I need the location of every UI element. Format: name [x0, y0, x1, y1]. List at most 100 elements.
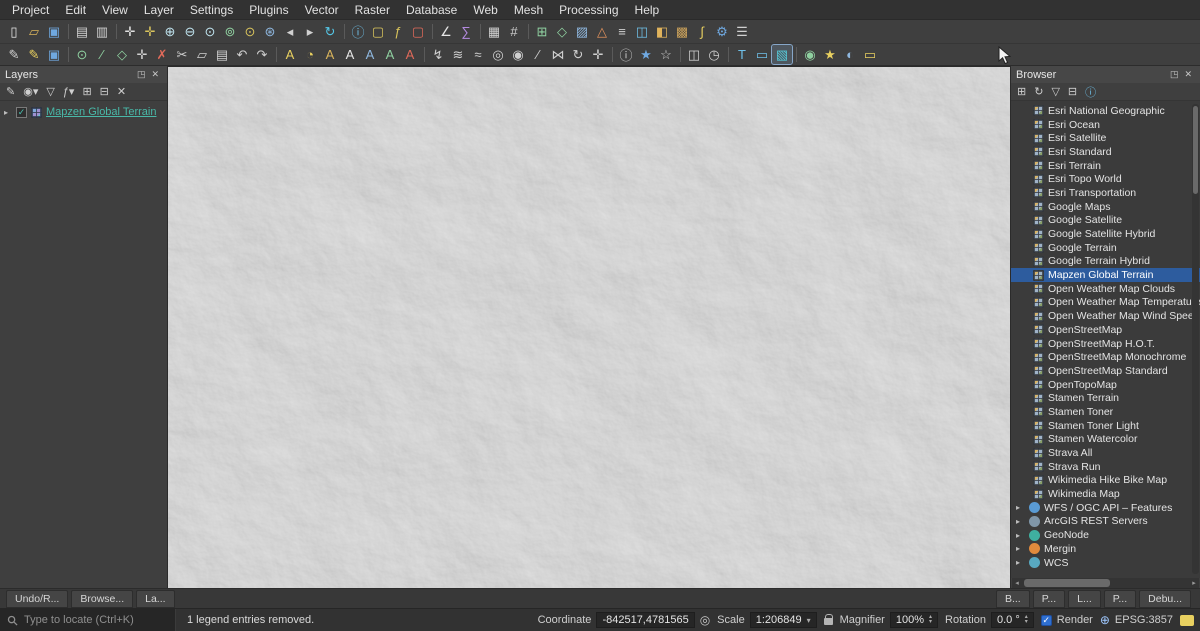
- fill-ring-icon[interactable]: ◉: [508, 45, 528, 64]
- open-layer-styling-icon[interactable]: ✎: [3, 84, 18, 99]
- rotate-feature-icon[interactable]: ↻: [568, 45, 588, 64]
- add-line-feature-icon[interactable]: ∕: [92, 45, 112, 64]
- crs-status-button[interactable]: EPSG:3857: [1115, 614, 1173, 626]
- toggle-editing-icon[interactable]: ✎: [24, 45, 44, 64]
- text-annotation-icon[interactable]: T: [732, 45, 752, 64]
- data-source-manager-icon[interactable]: ⊞: [532, 22, 552, 41]
- highlight-labels-icon[interactable]: A: [340, 45, 360, 64]
- magnifier-spinbox[interactable]: 100% ▴▾: [890, 612, 938, 628]
- browser-item[interactable]: Strava Run: [1011, 460, 1200, 474]
- merge-features-icon[interactable]: ⋈: [548, 45, 568, 64]
- pan-to-selection-icon[interactable]: ✛: [140, 22, 160, 41]
- browser-item[interactable]: Esri National Geographic: [1011, 104, 1200, 118]
- move-feature-icon[interactable]: ✛: [588, 45, 608, 64]
- browser-item[interactable]: Open Weather Map Temperature: [1011, 296, 1200, 310]
- browser-item[interactable]: Stamen Toner Light: [1011, 419, 1200, 433]
- menu-item[interactable]: Plugins: [241, 1, 296, 19]
- dock-tab[interactable]: Browse...: [71, 590, 133, 608]
- layer-item-mapzen-global-terrain[interactable]: ▸ ✓ Mapzen Global Terrain: [0, 104, 167, 120]
- show-bookmarks-icon[interactable]: ☆: [656, 45, 676, 64]
- browser-item[interactable]: Stamen Toner: [1011, 405, 1200, 419]
- select-features-icon[interactable]: ▢: [368, 22, 388, 41]
- save-project-icon[interactable]: ▣: [44, 22, 64, 41]
- menu-item[interactable]: Web: [465, 1, 505, 19]
- statistical-summary-icon[interactable]: ∑: [456, 22, 476, 41]
- measure-line-icon[interactable]: ∠: [436, 22, 456, 41]
- dock-tab[interactable]: Undo/R...: [6, 590, 68, 608]
- browser-item[interactable]: Google Satellite: [1011, 214, 1200, 228]
- zoom-to-selection-icon[interactable]: ⊙: [240, 22, 260, 41]
- browser-item[interactable]: ▸ ArcGIS REST Servers: [1011, 515, 1200, 529]
- browser-item[interactable]: OpenStreetMap Standard: [1011, 364, 1200, 378]
- simplify-feature-icon[interactable]: ≈: [468, 45, 488, 64]
- zoom-in-icon[interactable]: ⊕: [160, 22, 180, 41]
- menu-item[interactable]: Mesh: [506, 1, 551, 19]
- metasearch-icon[interactable]: ◐: [840, 45, 860, 64]
- browser-item[interactable]: Esri Terrain: [1011, 159, 1200, 173]
- layer-diagram-icon[interactable]: ◔: [300, 45, 320, 64]
- rotate-label-icon[interactable]: A: [380, 45, 400, 64]
- message-log-icon[interactable]: ▭: [860, 45, 880, 64]
- vertical-scrollbar[interactable]: [1192, 104, 1199, 574]
- dock-tab[interactable]: B...: [996, 590, 1030, 608]
- select-by-location-icon[interactable]: ▧: [772, 45, 792, 64]
- browser-item[interactable]: OpenStreetMap Monochrome: [1011, 350, 1200, 364]
- filter-by-expression-icon[interactable]: ƒ▾: [60, 84, 78, 99]
- identify-features-icon[interactable]: ⓘ: [348, 22, 368, 41]
- undock-panel-icon[interactable]: ◳: [134, 69, 149, 80]
- scrollbar-thumb[interactable]: [1193, 106, 1198, 194]
- browser-item[interactable]: Open Weather Map Wind Speed: [1011, 309, 1200, 323]
- split-features-icon[interactable]: ∕: [528, 45, 548, 64]
- browser-item[interactable]: Esri Topo World: [1011, 172, 1200, 186]
- lock-scale-icon[interactable]: [824, 618, 833, 625]
- menu-item[interactable]: Database: [398, 1, 465, 19]
- add-wms-layer-icon[interactable]: ◧: [652, 22, 672, 41]
- browser-item[interactable]: ▸ Mergin: [1011, 542, 1200, 556]
- expand-arrow-icon[interactable]: ▸: [1016, 558, 1025, 567]
- browser-item[interactable]: Stamen Watercolor: [1011, 433, 1200, 447]
- menu-item[interactable]: Vector: [297, 1, 347, 19]
- new-project-icon[interactable]: ▯: [4, 22, 24, 41]
- attribute-table-icon[interactable]: ▦: [484, 22, 504, 41]
- browser-item[interactable]: ▸ WCS: [1011, 556, 1200, 570]
- close-panel-icon[interactable]: ✕: [148, 69, 162, 80]
- add-ring-icon[interactable]: ◎: [488, 45, 508, 64]
- menu-item[interactable]: Raster: [347, 1, 398, 19]
- options-icon[interactable]: ☰: [732, 22, 752, 41]
- add-postgis-layer-icon[interactable]: ◫: [632, 22, 652, 41]
- menu-item[interactable]: Project: [4, 1, 57, 19]
- scale-combobox[interactable]: 1:206849 ▾: [750, 612, 817, 628]
- coordinate-input[interactable]: -842517,4781565: [596, 612, 694, 628]
- dock-tab[interactable]: Debu...: [1139, 590, 1191, 608]
- browser-item[interactable]: ▸ GeoNode: [1011, 528, 1200, 542]
- manage-map-themes-icon[interactable]: ◉▾: [20, 84, 41, 99]
- map-canvas[interactable]: [168, 66, 1010, 588]
- messages-icon[interactable]: [1180, 615, 1194, 626]
- browser-item[interactable]: Google Satellite Hybrid: [1011, 227, 1200, 241]
- delete-selected-icon[interactable]: ✗: [152, 45, 172, 64]
- browser-item[interactable]: Strava All: [1011, 446, 1200, 460]
- expand-all-icon[interactable]: ⊞: [79, 84, 94, 99]
- add-vector-layer-icon[interactable]: ◇: [552, 22, 572, 41]
- save-layer-edits-icon[interactable]: ▣: [44, 45, 64, 64]
- zoom-to-layer-icon[interactable]: ⊛: [260, 22, 280, 41]
- browser-item[interactable]: Google Terrain Hybrid: [1011, 255, 1200, 269]
- dock-tab[interactable]: P...: [1104, 590, 1136, 608]
- zoom-next-icon[interactable]: ▸: [300, 22, 320, 41]
- collapse-all-icon[interactable]: ⊟: [97, 84, 112, 99]
- add-raster-layer-icon[interactable]: ▨: [572, 22, 592, 41]
- add-xyz-layer-icon[interactable]: ▩: [672, 22, 692, 41]
- browser-item[interactable]: Esri Standard: [1011, 145, 1200, 159]
- copy-features-icon[interactable]: ▱: [192, 45, 212, 64]
- browser-item[interactable]: Stamen Terrain: [1011, 391, 1200, 405]
- reshape-features-icon[interactable]: ↯: [428, 45, 448, 64]
- locator-search-input[interactable]: Type to locate (Ctrl+K): [0, 609, 176, 631]
- menu-item[interactable]: Processing: [551, 1, 626, 19]
- dock-tab[interactable]: L...: [1068, 590, 1101, 608]
- dock-tab[interactable]: La...: [136, 590, 174, 608]
- add-delimited-text-icon[interactable]: ≡: [612, 22, 632, 41]
- layer-labeling-icon[interactable]: A: [280, 45, 300, 64]
- add-point-feature-icon[interactable]: ⊙: [72, 45, 92, 64]
- pin-labels-icon[interactable]: A: [320, 45, 340, 64]
- browser-item[interactable]: Wikimedia Map: [1011, 487, 1200, 501]
